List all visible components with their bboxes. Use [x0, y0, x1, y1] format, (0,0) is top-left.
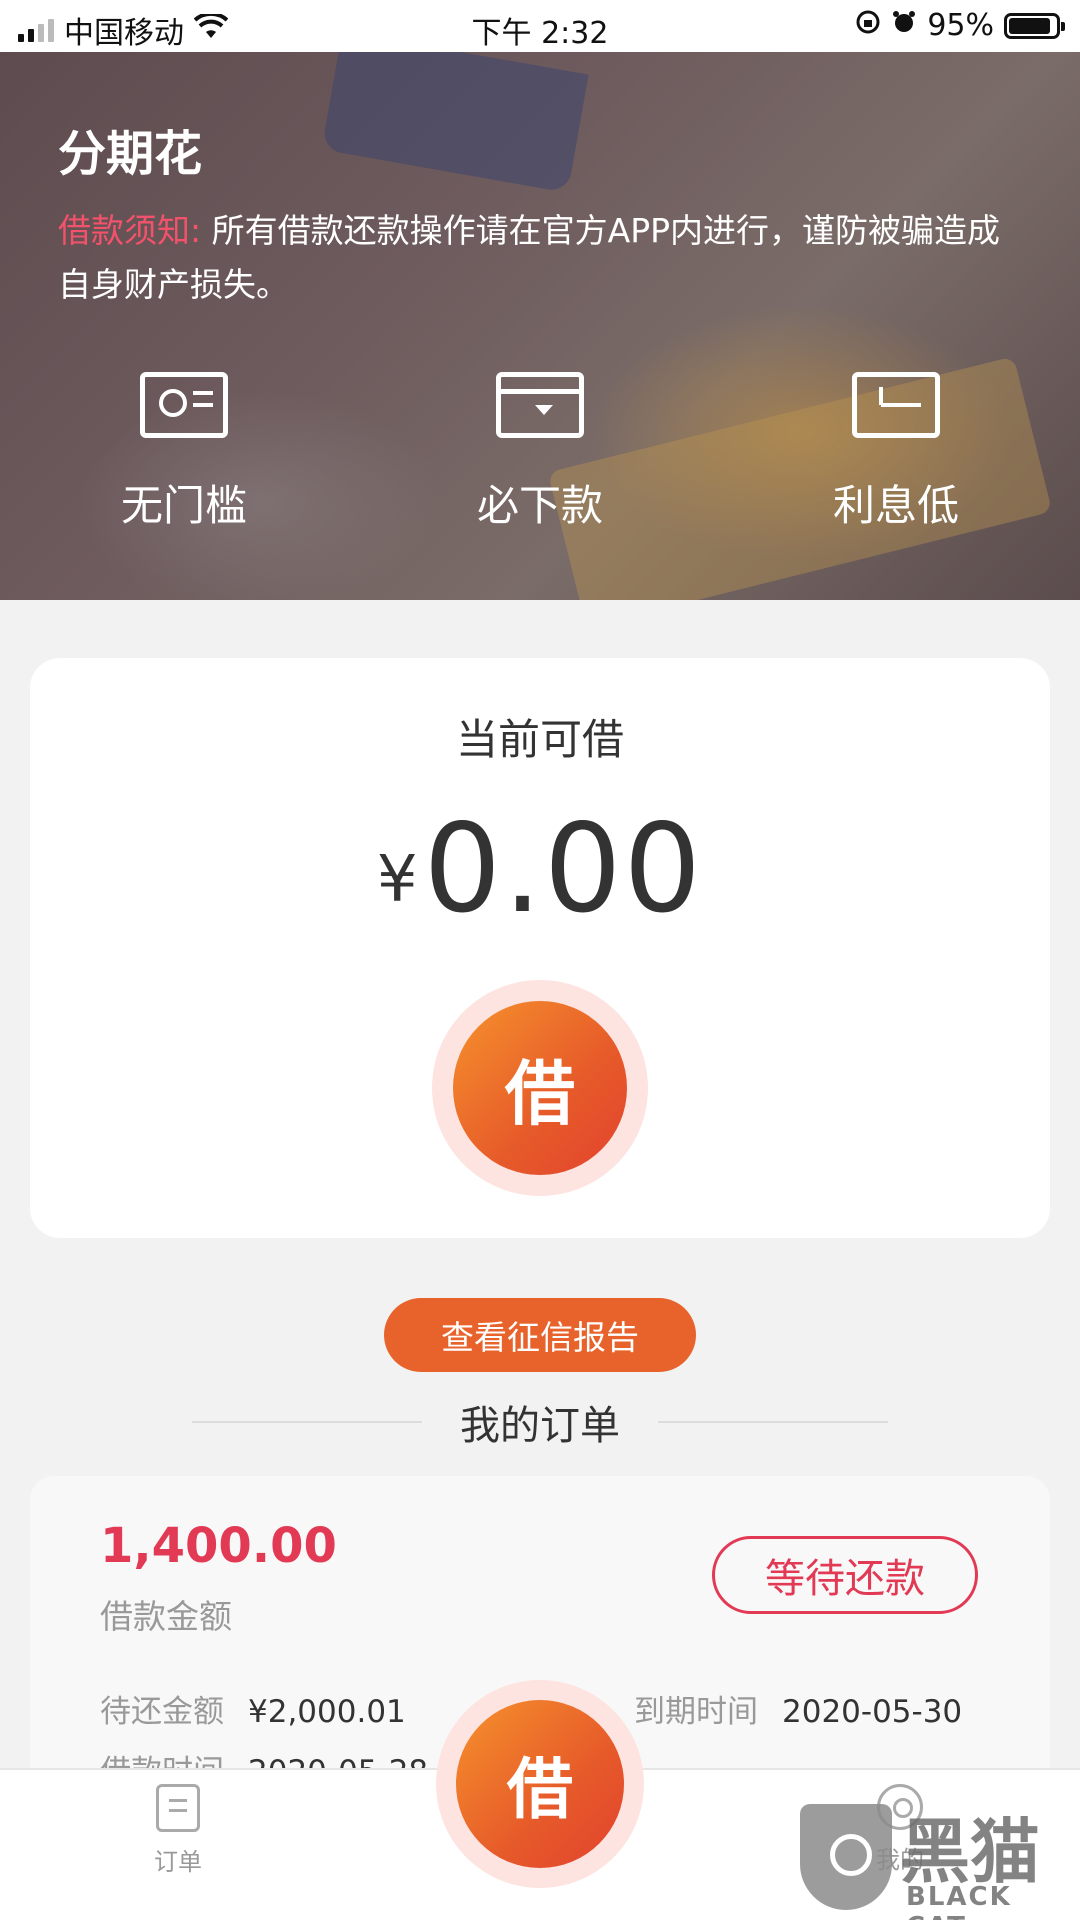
- header-banner: 分期花 借款须知: 所有借款还款操作请在官方APP内进行，谨防被骗造成自身财产损…: [0, 52, 1080, 600]
- alarm-icon: [891, 8, 917, 43]
- banner-background-art: [321, 52, 589, 193]
- due-date-value: 2020-05-30: [782, 1694, 963, 1730]
- feature-label: 利息低: [832, 481, 959, 530]
- order-amount: 1,400.00: [100, 1518, 337, 1574]
- divider: [658, 1421, 888, 1423]
- feature-low-interest: 利息低: [776, 372, 1016, 533]
- feature-list: 无门槛 必下款 利息低: [0, 372, 1080, 552]
- status-bar: 中国移动 下午 2:32 95%: [0, 0, 1080, 52]
- due-amount-label: 待还金额: [100, 1694, 224, 1730]
- orders-section-header: 我的订单: [0, 1390, 1080, 1454]
- nav-orders-label: 订单: [154, 1848, 202, 1876]
- feature-label: 无门槛: [120, 481, 247, 530]
- card-icon: [496, 372, 584, 438]
- currency-symbol: ¥: [376, 843, 418, 917]
- loan-notice: 借款须知: 所有借款还款操作请在官方APP内进行，谨防被骗造成自身财产损失。: [58, 204, 1018, 312]
- black-cat-watermark: 黑猫 BLACK CAT: [800, 1794, 1070, 1920]
- available-credit-card: 当前可借 ¥0.00 借: [30, 658, 1050, 1238]
- due-date-row: 到期时间 2020-05-30: [634, 1686, 962, 1731]
- feature-label: 必下款: [476, 481, 603, 530]
- app-title: 分期花: [58, 126, 203, 182]
- view-credit-report-button[interactable]: 查看征信报告: [384, 1298, 696, 1372]
- feature-no-threshold: 无门槛: [64, 372, 304, 533]
- rotation-lock-icon: [855, 8, 881, 43]
- due-amount-row: 待还金额 ¥2,000.01: [100, 1686, 406, 1731]
- available-credit-amount: ¥0.00: [30, 798, 1050, 940]
- orders-title: 我的订单: [460, 1403, 620, 1449]
- divider: [192, 1421, 422, 1423]
- nav-borrow-button[interactable]: 借: [436, 1680, 644, 1888]
- id-card-icon: [140, 372, 228, 438]
- battery-icon: [1004, 12, 1065, 39]
- low-interest-icon: [852, 372, 940, 438]
- borrow-button-label[interactable]: 借: [453, 1001, 627, 1175]
- borrow-button[interactable]: 借: [432, 980, 648, 1196]
- status-badge[interactable]: 等待还款: [712, 1536, 978, 1614]
- due-date-label: 到期时间: [634, 1694, 758, 1730]
- cat-shield-icon: [800, 1804, 892, 1910]
- available-credit-label: 当前可借: [455, 715, 624, 764]
- due-amount-value: ¥2,000.01: [248, 1694, 406, 1730]
- order-list-icon: [156, 1784, 200, 1832]
- watermark-en: BLACK CAT: [906, 1882, 1012, 1920]
- notice-label: 借款须知:: [58, 211, 202, 250]
- nav-orders[interactable]: 订单: [118, 1784, 238, 1877]
- battery-percent: 95%: [927, 8, 994, 43]
- order-amount-label: 借款金额: [100, 1597, 232, 1636]
- status-right: 95%: [855, 8, 1065, 43]
- feature-guaranteed-loan: 必下款: [420, 372, 660, 533]
- amount-value: 0.00: [423, 798, 704, 940]
- nav-borrow-label[interactable]: 借: [456, 1700, 624, 1868]
